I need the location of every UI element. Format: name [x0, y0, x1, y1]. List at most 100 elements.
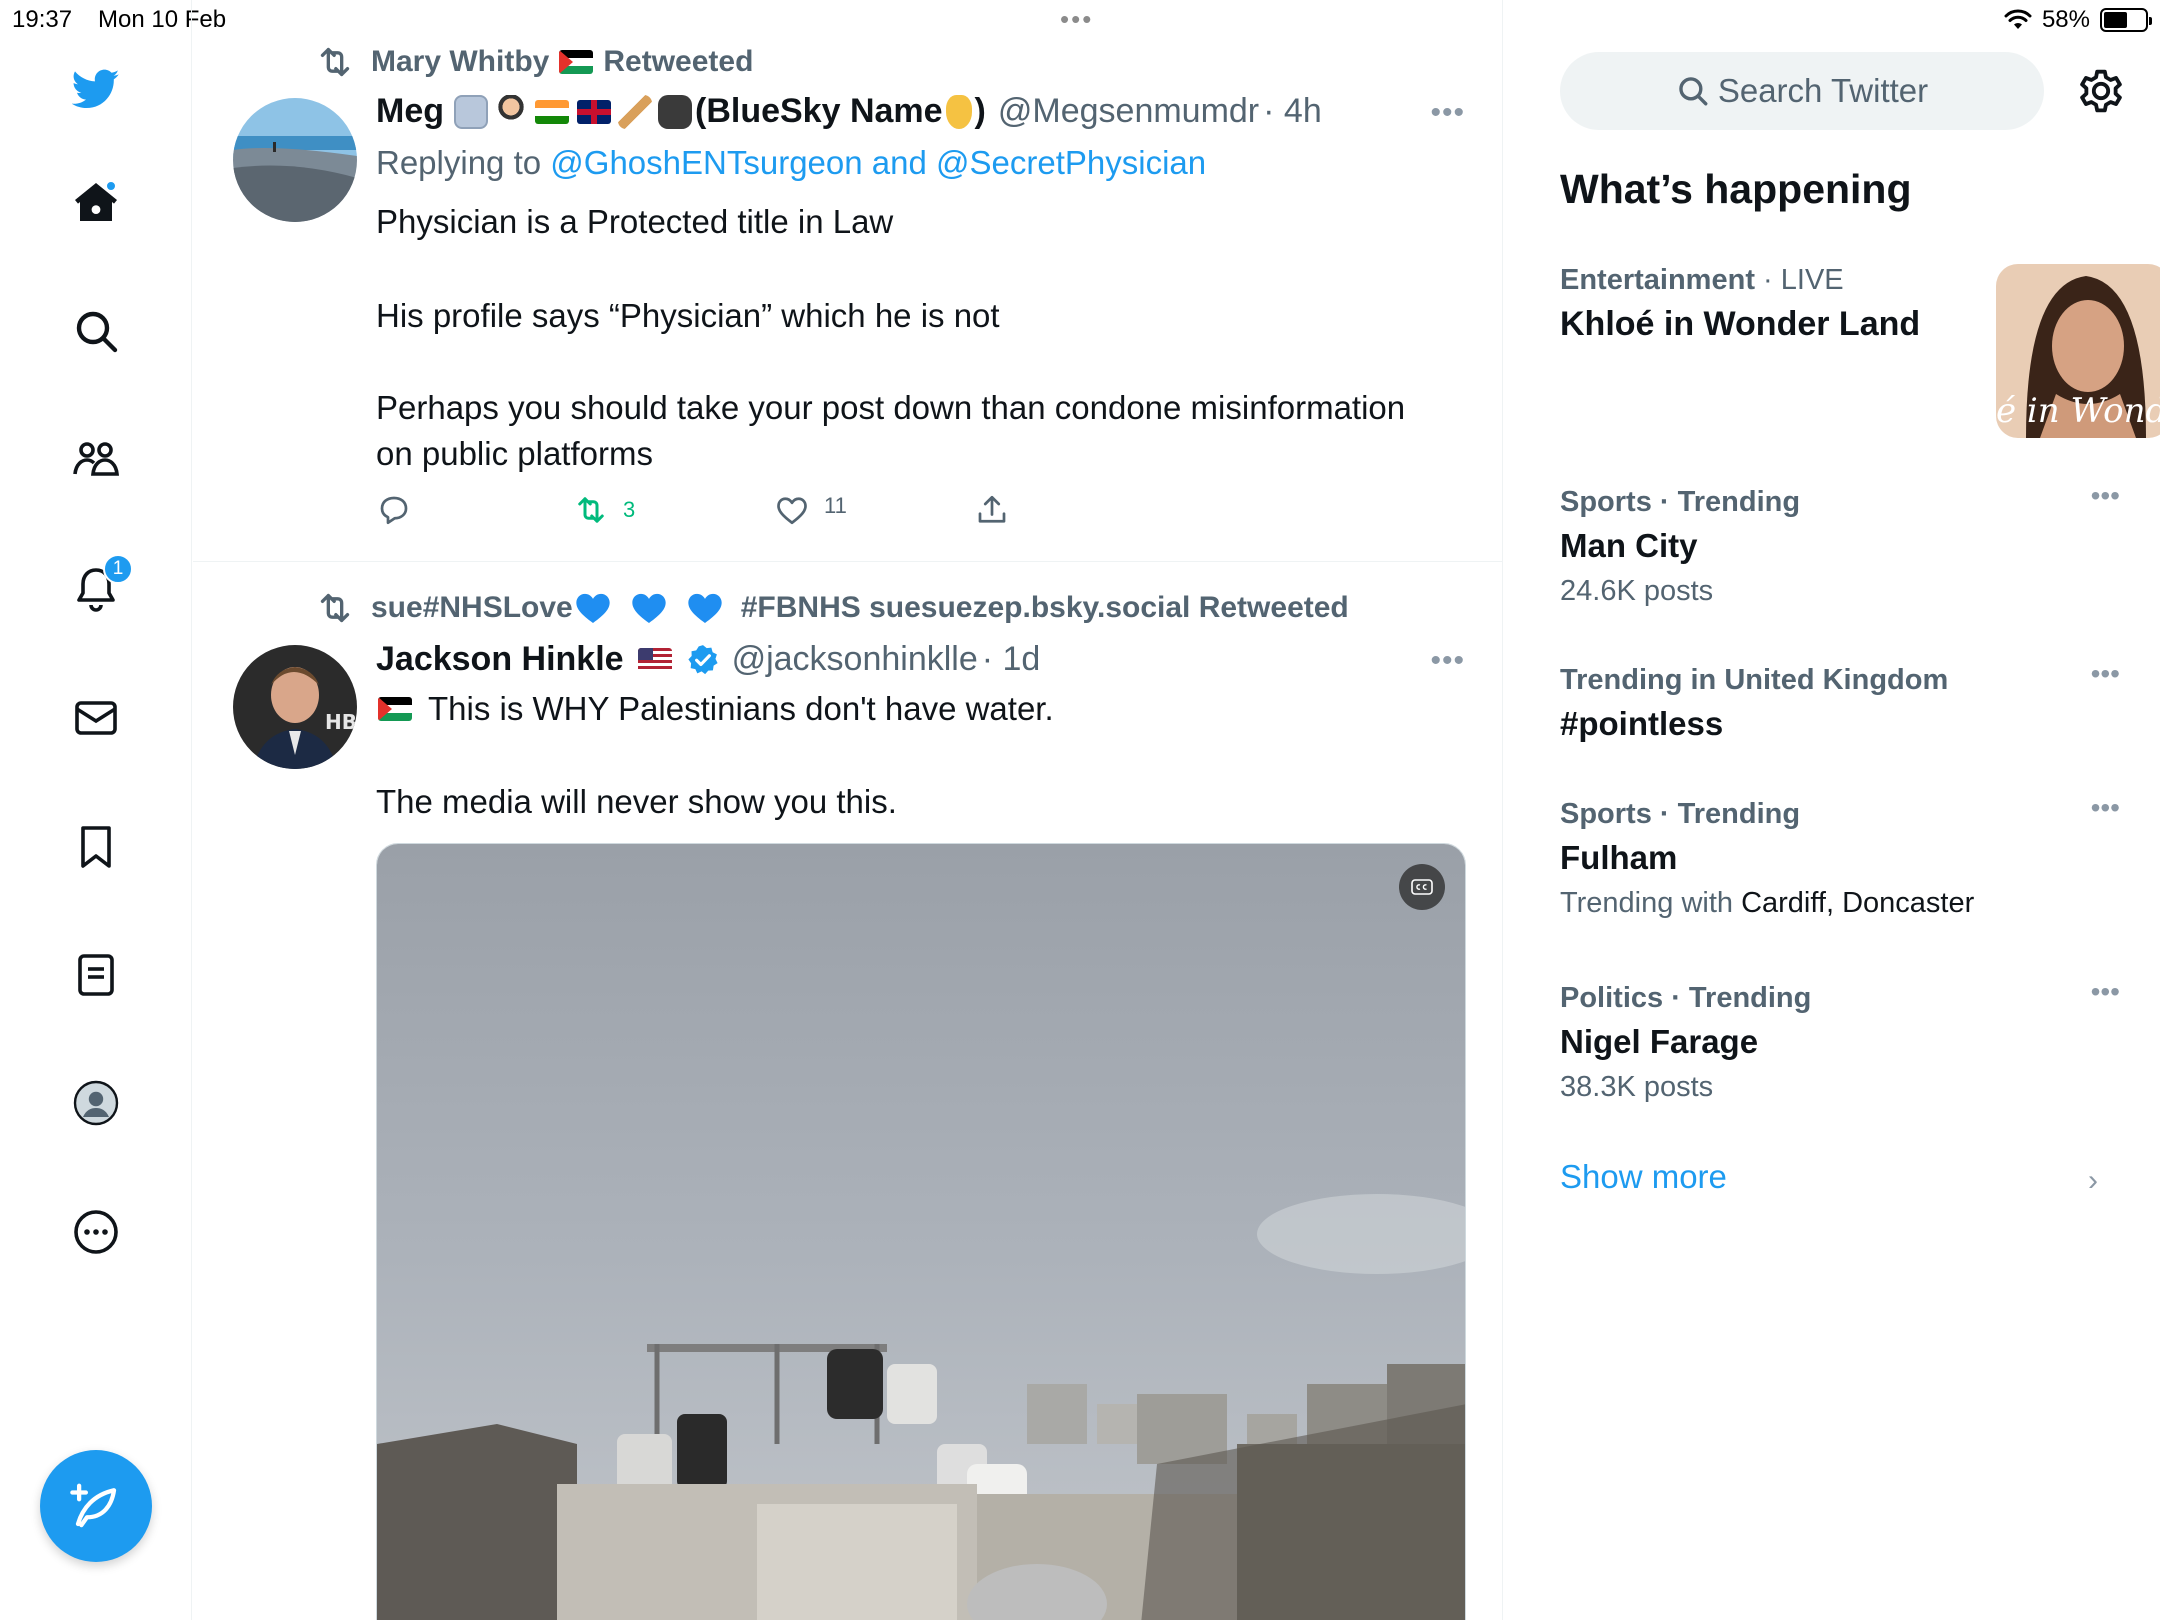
trend-post-count: 24.6K posts — [1560, 575, 1714, 607]
whats-happening-title: What’s happening — [1560, 166, 1912, 212]
avatar-meg[interactable] — [233, 98, 357, 222]
search-icon — [1679, 77, 1708, 106]
trend-more-button[interactable]: ••• — [2091, 658, 2120, 690]
retweet-context: Mary Whitby Retweeted — [315, 42, 753, 82]
retweet-count: 3 — [623, 497, 636, 522]
tweet-more-button[interactable]: ••• — [1430, 96, 1465, 130]
retweeter-name[interactable]: Mary Whitby — [371, 45, 549, 79]
author-name[interactable]: Meg — [376, 92, 444, 131]
trend-title: Man City — [1560, 527, 1698, 564]
doctor-emoji-icon — [494, 94, 528, 129]
trend-with-value: Cardiff, Doncaster — [1741, 887, 1975, 919]
tweet-text: This is WHY Palestinians don't have wate… — [428, 690, 1054, 727]
trend-item[interactable]: Sports · Trending Fulham Trending with C… — [1560, 792, 2120, 920]
share-button[interactable] — [974, 492, 1010, 528]
cc-icon — [1411, 879, 1433, 895]
trend-item[interactable]: Entertainment · LIVE Khloé in Wonder Lan… — [1560, 264, 2160, 442]
tweet-time[interactable]: · 1d — [982, 640, 1041, 679]
twitter-logo[interactable] — [63, 56, 129, 122]
profile-icon — [73, 1080, 119, 1126]
trend-more-button[interactable]: ••• — [2091, 976, 2120, 1008]
author-handle[interactable]: @jacksonhinklle — [732, 640, 978, 679]
retweeted-label: Retweeted — [603, 45, 754, 78]
home-unread-dot — [105, 180, 117, 192]
trend-thumbnail: é in Wonder l — [1996, 264, 2160, 438]
nav-messages[interactable] — [63, 685, 129, 751]
retweeted-label: #FBNHS suesuezep.bsky.social Retweeted — [740, 591, 1349, 624]
trend-thumb-caption: é in Wonder l — [1996, 391, 2160, 431]
tweet-text-line: on public platforms — [376, 435, 653, 472]
nav-communities[interactable] — [63, 427, 129, 493]
compose-feather-icon — [70, 1483, 117, 1528]
retweeter-name[interactable]: sue#NHSLove — [371, 591, 573, 625]
khloe-thumbnail-image: é in Wonder l — [1996, 264, 2160, 438]
author-name[interactable]: Jackson Hinkle — [376, 640, 624, 679]
trend-category-name: Trending in United Kingdom — [1560, 664, 1949, 696]
trend-category: Politics · Trending — [1560, 982, 2120, 1015]
retweet-button[interactable]: 3 — [573, 492, 635, 528]
trend-item[interactable]: Sports · Trending Man City 24.6K posts •… — [1560, 480, 2120, 608]
portrait-avatar-image: HB — [233, 645, 357, 769]
trend-live-label: · LIVE — [1763, 264, 1844, 296]
nav-explore[interactable] — [63, 298, 129, 364]
trend-title: #pointless — [1560, 705, 1724, 742]
reply-icon — [380, 496, 408, 525]
retweet-context: sue#NHSLove #FBNHS suesuezep.bsky.social… — [315, 588, 1349, 628]
replying-to: Replying to @GhoshENTsurgeon and @Secret… — [376, 144, 1206, 182]
trend-more-button[interactable]: ••• — [2091, 480, 2120, 512]
reply-button[interactable] — [376, 492, 412, 528]
left-sidebar: 1 — [0, 0, 192, 1620]
author-handle[interactable]: @Megsenmumdr — [998, 92, 1259, 131]
trend-with-label: Trending with — [1560, 887, 1734, 919]
trend-category-name: Entertainment — [1560, 264, 1755, 296]
closed-captions-button[interactable] — [1399, 864, 1445, 910]
communities-icon — [73, 442, 119, 476]
nav-more[interactable] — [63, 1199, 129, 1265]
list-icon — [78, 954, 114, 996]
avatar-jackson[interactable]: HB — [233, 645, 357, 769]
beach-avatar-image — [233, 98, 357, 222]
trend-category: Sports · Trending — [1560, 486, 2120, 519]
replying-to-handles[interactable]: @GhoshENTsurgeon and @SecretPhysician — [550, 144, 1206, 181]
like-button[interactable]: 11 — [774, 492, 847, 528]
us-flag-icon — [637, 647, 672, 672]
gear-icon[interactable] — [2074, 64, 2128, 118]
tweet-text-line: The media will never show you this. — [376, 783, 897, 820]
tweet-more-button[interactable]: ••• — [1430, 644, 1465, 678]
search-box[interactable]: Search Twitter — [1560, 52, 2044, 130]
verified-badge-icon — [687, 644, 718, 674]
tweet-header: Jackson Hinkle @jacksonhinklle · 1d — [376, 640, 1040, 679]
ipad-screen: 19:37 Mon 10 Feb ••• 58% 1 Mary Whitby R… — [0, 0, 2160, 1620]
trend-title: Nigel Farage — [1560, 1023, 1759, 1060]
retweet-icon — [320, 47, 350, 77]
more-circle-icon — [74, 1210, 118, 1254]
nav-lists[interactable] — [63, 942, 129, 1008]
trend-more-button[interactable]: ••• — [2091, 792, 2120, 824]
like-count: 11 — [824, 493, 847, 518]
timeline: Mary Whitby Retweeted Meg (BlueSky Name … — [193, 0, 1503, 1620]
video-frame-image — [377, 844, 1465, 1620]
tweet-text-line: Physician is a Protected title in Law — [376, 203, 894, 240]
cricket-emoji-icon — [618, 94, 652, 129]
nav-notifications[interactable]: 1 — [63, 554, 133, 622]
tweet-time[interactable]: · 4h — [1263, 92, 1322, 131]
tweet-text-line: His profile says “Physician” which he is… — [376, 297, 1000, 334]
show-more-link[interactable]: Show more — [1560, 1158, 1727, 1196]
nav-home[interactable] — [63, 170, 129, 236]
bookmark-icon — [81, 826, 111, 868]
trend-item[interactable]: Trending in United Kingdom #pointless ••… — [1560, 658, 2120, 743]
trend-item[interactable]: Politics · Trending Nigel Farage 38.3K p… — [1560, 976, 2120, 1104]
pointing-down-emoji-icon — [945, 94, 972, 129]
blue-heart-icon — [576, 593, 610, 623]
tweet-divider — [193, 561, 1502, 562]
trend-category: Trending in United Kingdom — [1560, 664, 2120, 697]
nav-bookmarks[interactable] — [63, 814, 129, 880]
nav-profile[interactable] — [63, 1070, 129, 1136]
trend-title: Fulham — [1560, 839, 1678, 876]
tweet-video[interactable] — [376, 843, 1466, 1620]
compose-tweet-button[interactable] — [40, 1450, 152, 1562]
movie-camera-emoji-icon — [658, 94, 692, 129]
right-sidebar: Search Twitter What’s happening Entertai… — [1504, 0, 2160, 1620]
tweet-header: Meg (BlueSky Name ) @Megsenmumdr · 4h — [376, 92, 1322, 131]
search-placeholder: Search Twitter — [1717, 72, 1929, 109]
